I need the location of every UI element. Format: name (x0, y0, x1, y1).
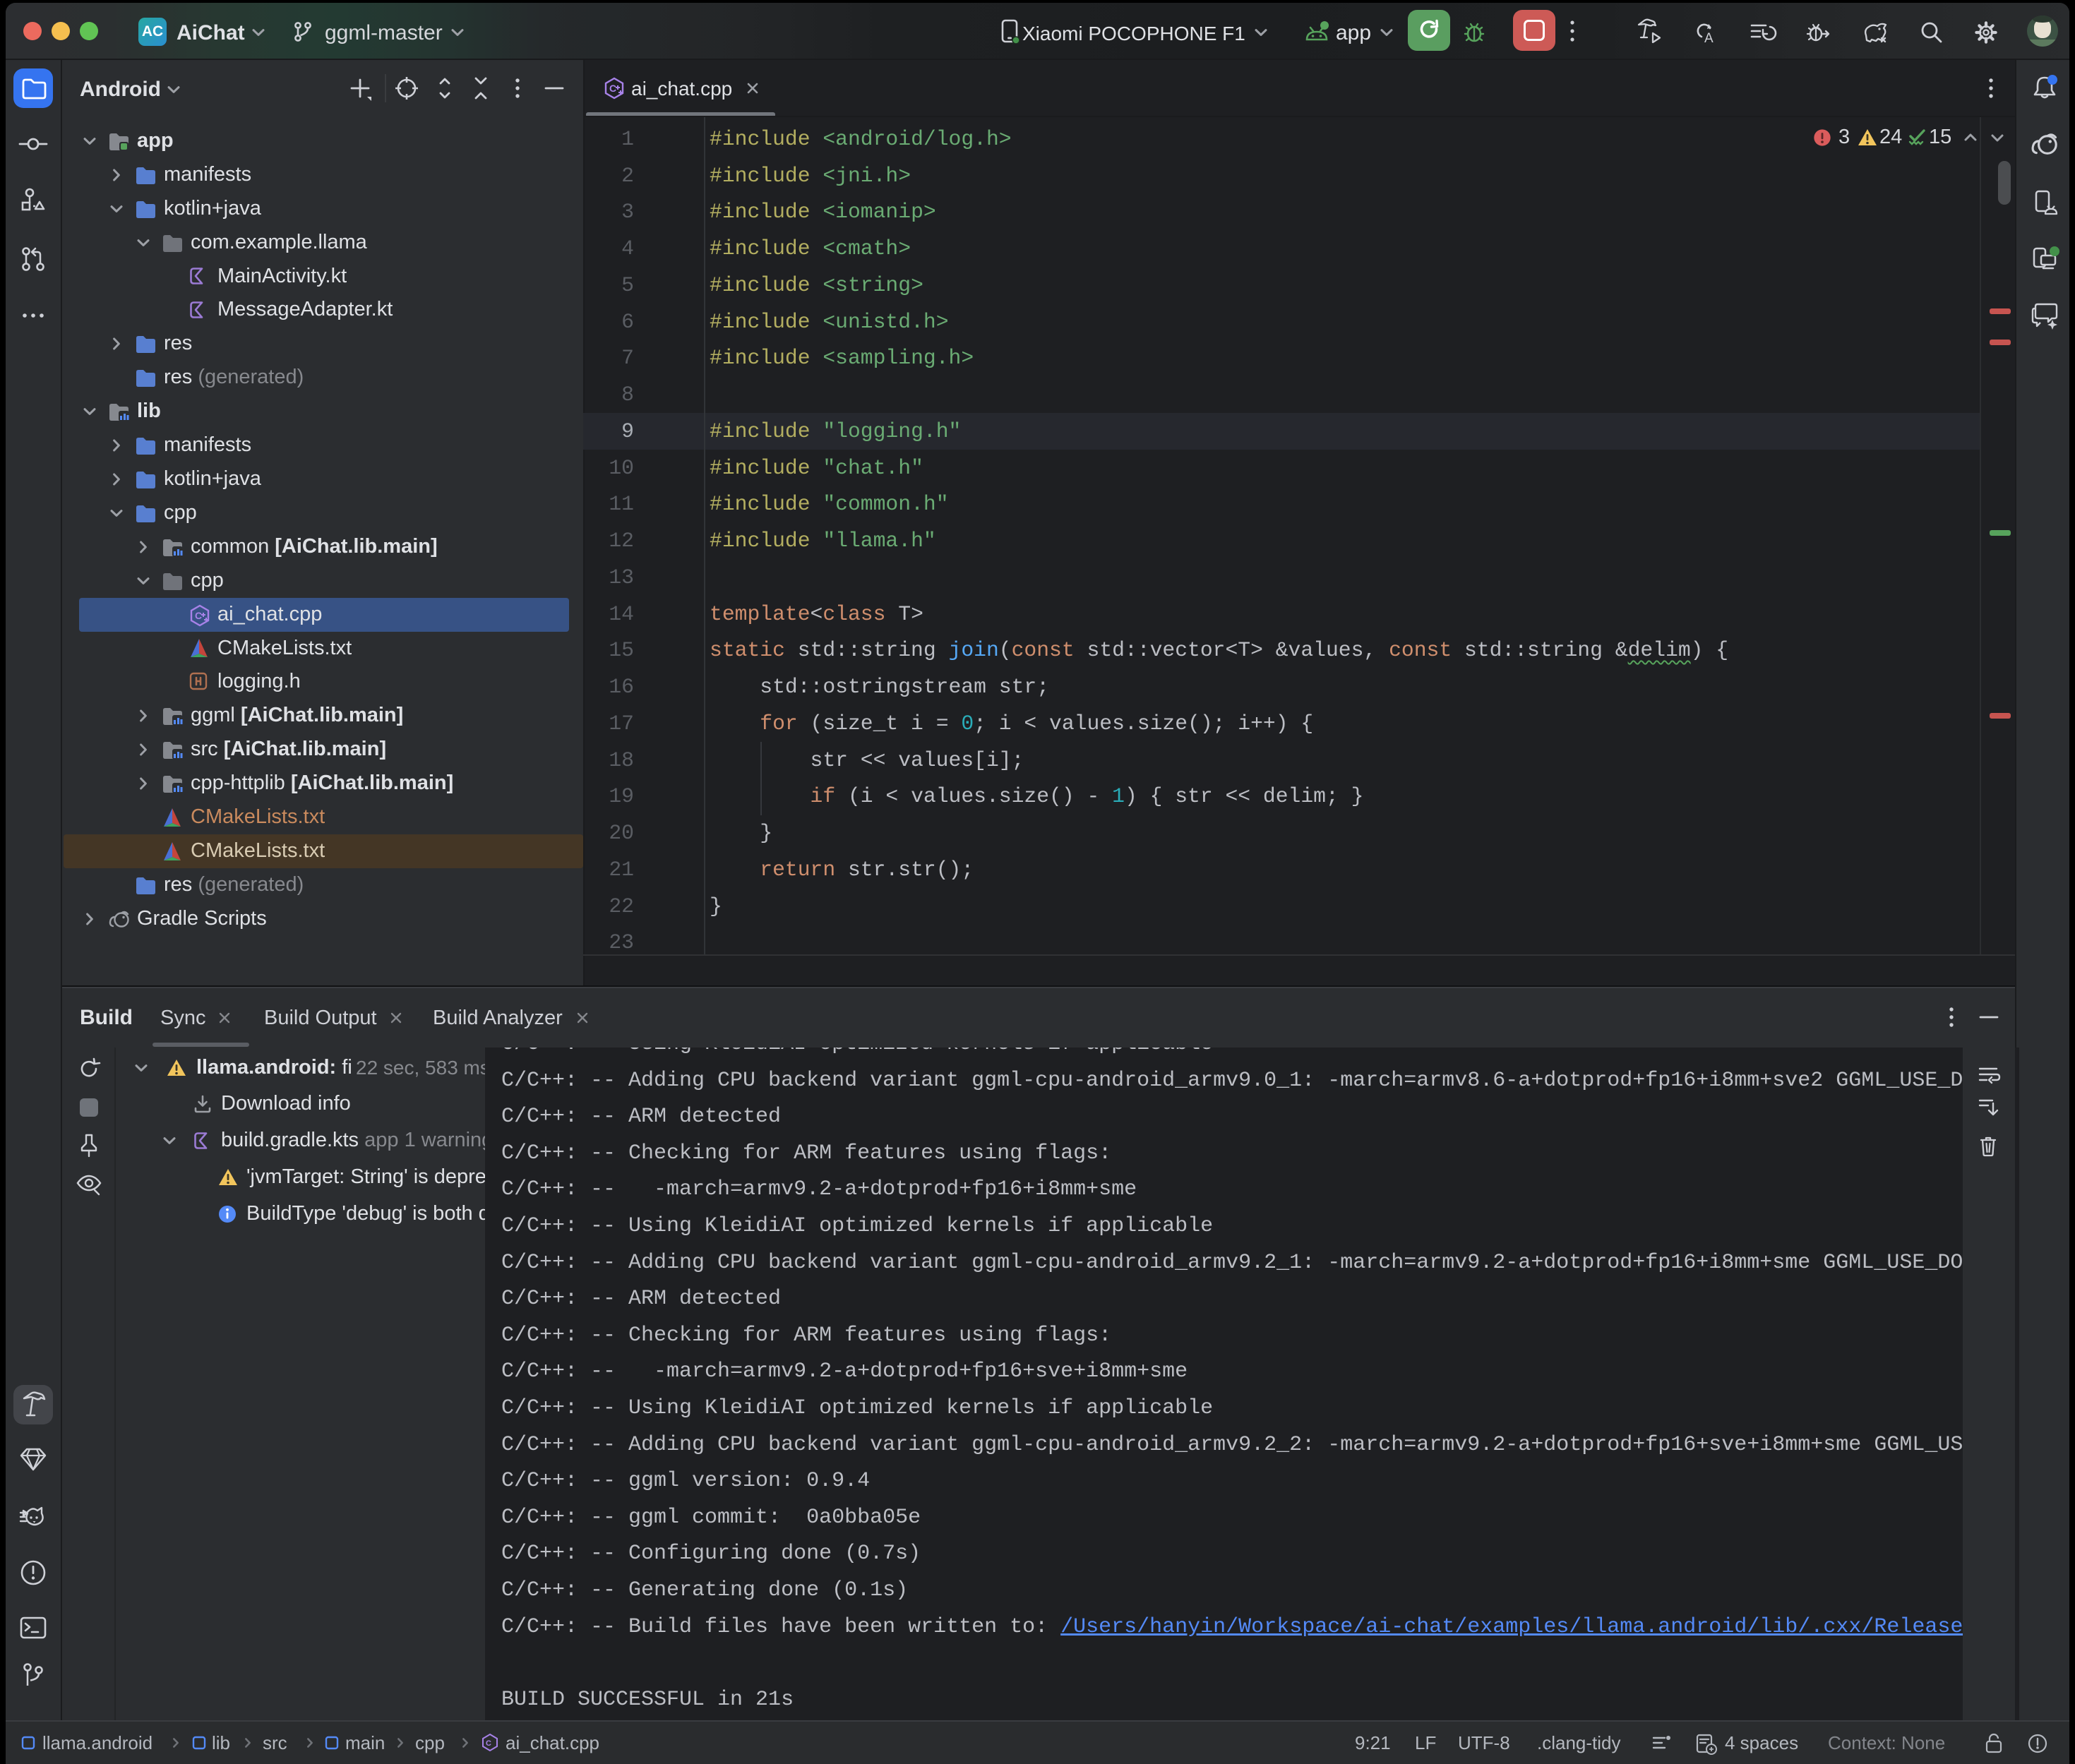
svg-text:C: C (486, 1739, 491, 1748)
svg-text:A: A (1704, 31, 1714, 46)
svg-text:C: C (195, 610, 202, 621)
svg-text:C: C (609, 83, 616, 94)
